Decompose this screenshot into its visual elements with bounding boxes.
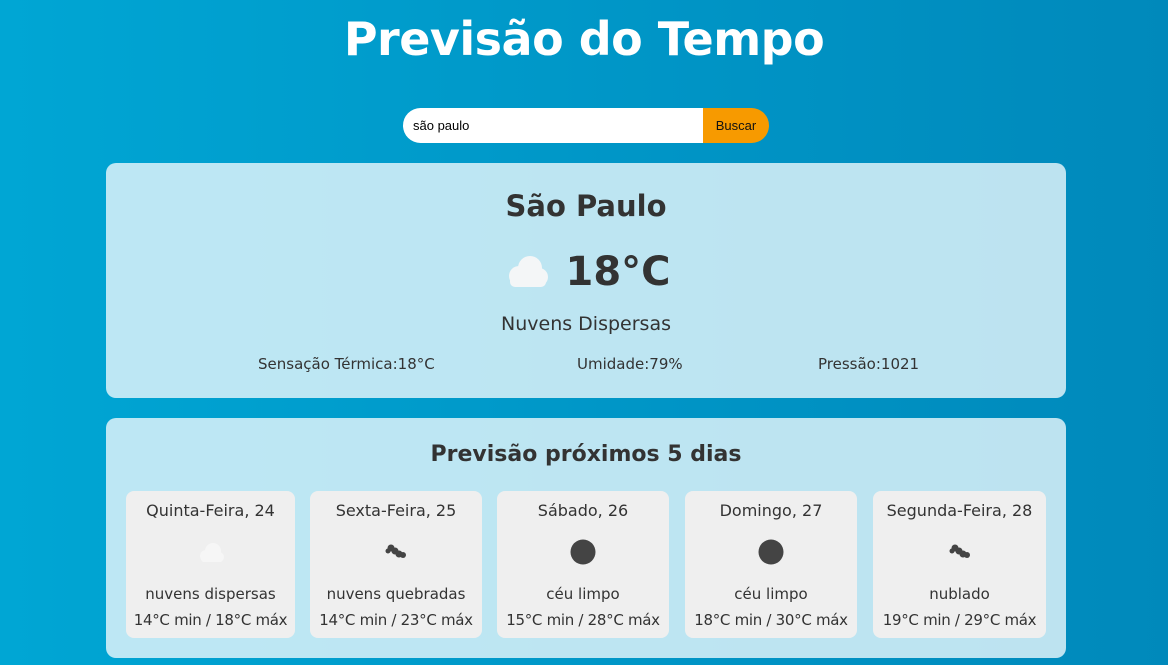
forecast-day: Sexta-Feira, 25 nuvens quebradas 14°C mi…: [310, 491, 482, 638]
day-name: Quinta-Feira, 24: [146, 501, 275, 520]
scattered-clouds-icon: [199, 543, 224, 562]
city-search-input[interactable]: [403, 108, 703, 143]
cloud-icon: [509, 256, 549, 287]
day-temperature-range: 14°C min / 23°C máx: [319, 611, 473, 629]
page-title: Previsão do Tempo: [343, 12, 825, 66]
search-button[interactable]: Buscar: [703, 108, 769, 143]
day-description: céu limpo: [734, 585, 808, 603]
day-description: nublado: [929, 585, 990, 603]
weather-description: Nuvens Dispersas: [501, 313, 671, 335]
forecast-day: Sábado, 26 céu limpo 15°C min / 28°C máx: [497, 491, 669, 638]
day-description: nuvens dispersas: [145, 585, 276, 603]
broken-clouds-icon: [385, 544, 406, 558]
forecast-day: Segunda-Feira, 28 nublado 19°C min / 29°…: [873, 491, 1046, 638]
overcast-clouds-icon: [949, 544, 970, 558]
day-name: Domingo, 27: [719, 501, 823, 520]
current-weather-card: São Paulo 18°C Nuvens Dispersas Sensação…: [106, 163, 1066, 398]
day-temperature-range: 19°C min / 29°C máx: [882, 611, 1037, 629]
day-description: céu limpo: [546, 585, 620, 603]
day-temperature-range: 15°C min / 28°C máx: [506, 611, 660, 629]
day-temperature-range: 18°C min / 30°C máx: [694, 611, 848, 629]
pressure: Pressão:1021: [818, 355, 920, 373]
day-description: nuvens quebradas: [326, 585, 466, 603]
clear-sky-icon: [570, 539, 596, 565]
temperature-row: 18°C: [106, 247, 1066, 297]
day-name: Sábado, 26: [537, 501, 629, 520]
feels-like: Sensação Térmica:18°C: [258, 355, 435, 373]
forecast-day: Domingo, 27 céu limpo 18°C min / 30°C má…: [685, 491, 857, 638]
day-temperature-range: 14°C min / 18°C máx: [133, 611, 288, 629]
humidity: Umidade:79%: [577, 355, 683, 373]
day-name: Sexta-Feira, 25: [335, 501, 457, 520]
day-name: Segunda-Feira, 28: [886, 501, 1033, 520]
current-temperature: 18°C: [565, 249, 671, 295]
search-bar: Buscar: [403, 108, 769, 143]
city-name: São Paulo: [505, 189, 667, 223]
clear-sky-icon: [758, 539, 784, 565]
forecast-day: Quinta-Feira, 24 nuvens dispersas 14°C m…: [126, 491, 295, 638]
forecast-card: Previsão próximos 5 dias Quinta-Feira, 2…: [106, 418, 1066, 658]
forecast-title: Previsão próximos 5 dias: [430, 442, 742, 467]
